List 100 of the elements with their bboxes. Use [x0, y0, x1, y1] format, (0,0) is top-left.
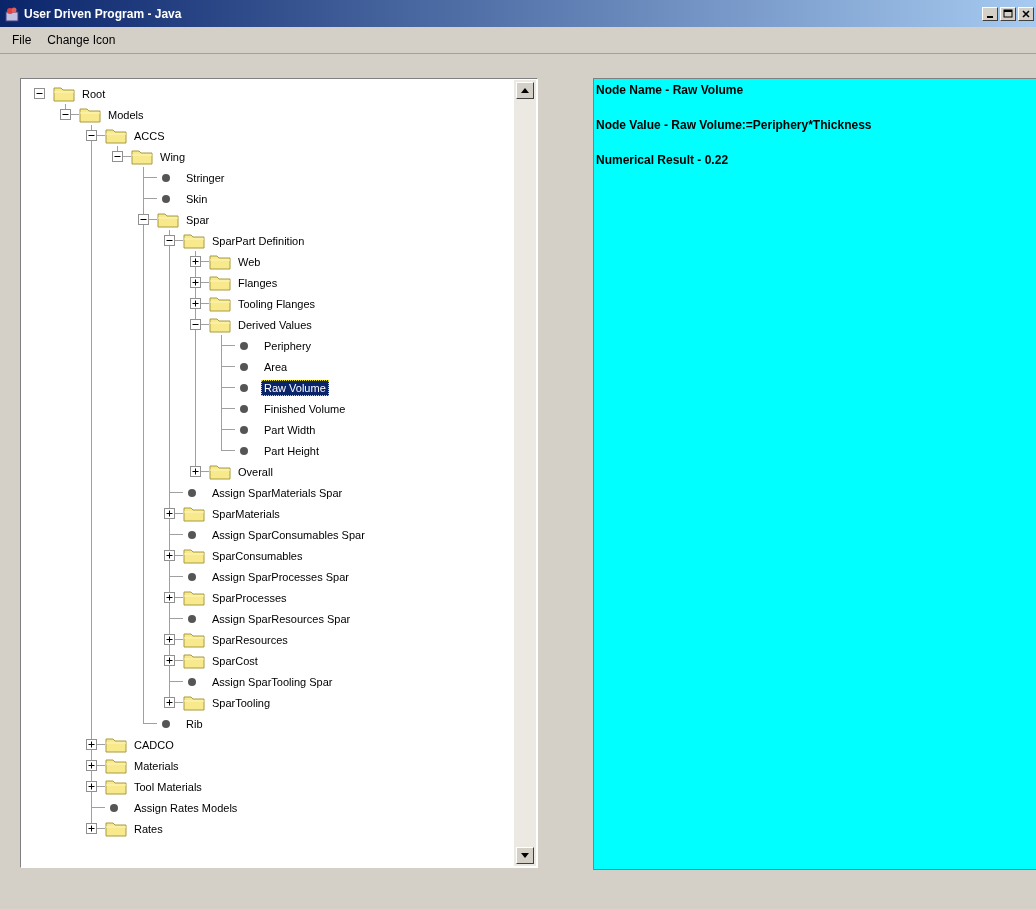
minimize-button[interactable]	[982, 6, 998, 21]
leaf-icon	[110, 803, 118, 812]
tree-item[interactable]: Skin	[183, 190, 211, 207]
folder-icon	[105, 778, 127, 795]
tree-item[interactable]: Derived Values	[235, 316, 315, 333]
expand-toggle[interactable]	[86, 739, 97, 750]
folder-icon	[209, 295, 231, 312]
plus-icon	[191, 467, 200, 476]
tree-item[interactable]: Web	[235, 253, 264, 270]
tree-item[interactable]: SparTooling	[209, 694, 274, 711]
expand-toggle[interactable]	[60, 109, 71, 120]
expand-toggle[interactable]	[190, 277, 201, 288]
expand-toggle[interactable]	[190, 256, 201, 267]
plus-icon	[87, 824, 96, 833]
tree-item[interactable]: Tool Materials	[131, 778, 205, 795]
tree-item[interactable]: Rib	[183, 715, 206, 732]
scroll-up-button[interactable]	[516, 82, 534, 99]
expand-toggle[interactable]	[86, 781, 97, 792]
plus-icon	[87, 761, 96, 770]
tree-item[interactable]: Periphery	[261, 337, 315, 354]
expand-toggle[interactable]	[164, 655, 175, 666]
leaf-icon	[188, 614, 196, 623]
tree-item[interactable]: Tooling Flanges	[235, 295, 319, 312]
tree-item[interactable]: Assign SparProcesses Spar	[209, 568, 352, 585]
plus-icon	[165, 698, 174, 707]
folder-icon	[53, 85, 75, 102]
scrollbar[interactable]	[514, 80, 536, 866]
tree-item[interactable]: Models	[105, 106, 147, 123]
leaf-icon	[240, 425, 248, 434]
folder-icon	[105, 127, 127, 144]
plus-icon	[165, 551, 174, 560]
expand-toggle[interactable]	[164, 592, 175, 603]
leaf-icon	[162, 719, 170, 728]
tree-item[interactable]: CADCO	[131, 736, 177, 753]
tree-item[interactable]: SparMaterials	[209, 505, 283, 522]
menu-item[interactable]: File	[6, 31, 38, 49]
expand-toggle[interactable]	[190, 298, 201, 309]
leaf-icon	[240, 362, 248, 371]
plus-icon	[165, 656, 174, 665]
expand-toggle[interactable]	[164, 235, 175, 246]
tree-item[interactable]: SparConsumables	[209, 547, 306, 564]
plus-icon	[191, 257, 200, 266]
expand-toggle[interactable]	[164, 697, 175, 708]
tree-item[interactable]: SparResources	[209, 631, 291, 648]
folder-icon	[209, 253, 231, 270]
tree-item[interactable]: Raw Volume	[261, 379, 329, 396]
plus-icon	[87, 782, 96, 791]
tree-item[interactable]: Assign SparResources Spar	[209, 610, 354, 627]
tree-item[interactable]: Assign Rates Models	[131, 799, 241, 816]
expand-toggle[interactable]	[190, 466, 201, 477]
leaf-icon	[188, 677, 196, 686]
details-text: Numerical Result - 0.22	[596, 153, 730, 167]
folder-icon	[183, 232, 205, 249]
scroll-down-button[interactable]	[516, 847, 534, 864]
folder-icon	[209, 274, 231, 291]
close-button[interactable]	[1018, 6, 1034, 21]
tree-item[interactable]: Area	[261, 358, 291, 375]
folder-icon	[131, 148, 153, 165]
tree-item[interactable]: Spar	[183, 211, 213, 228]
tree-item[interactable]: Wing	[157, 148, 189, 165]
expand-toggle[interactable]	[86, 760, 97, 771]
tree-item[interactable]: Part Height	[261, 442, 323, 459]
tree-item[interactable]: Part Width	[261, 421, 319, 438]
folder-icon	[105, 736, 127, 753]
expand-toggle[interactable]	[164, 508, 175, 519]
folder-icon	[79, 106, 101, 123]
maximize-button[interactable]	[1000, 6, 1016, 21]
expand-toggle[interactable]	[190, 319, 201, 330]
tree-item[interactable]: Overall	[235, 463, 276, 480]
tree-item[interactable]: Rates	[131, 820, 166, 837]
menu-item[interactable]: Change Icon	[41, 31, 122, 49]
tree-item[interactable]: Flanges	[235, 274, 281, 291]
plus-icon	[191, 299, 200, 308]
tree-item[interactable]: Assign SparConsumables Spar	[209, 526, 368, 543]
tree-item[interactable]: SparCost	[209, 652, 261, 669]
folder-icon	[209, 316, 231, 333]
window-title: User Driven Program - Java	[24, 6, 183, 21]
app-icon	[4, 5, 20, 22]
expand-toggle[interactable]	[34, 88, 45, 99]
expand-toggle[interactable]	[138, 214, 149, 225]
tree-item[interactable]: SparProcesses	[209, 589, 290, 606]
tree-item[interactable]: Root	[79, 85, 109, 102]
expand-toggle[interactable]	[86, 823, 97, 834]
leaf-icon	[188, 530, 196, 539]
details-text: Node Value - Raw Volume:=Periphery*Thickness	[596, 118, 873, 132]
tree-item[interactable]: ACCS	[131, 127, 168, 144]
tree-item[interactable]: Finished Volume	[261, 400, 349, 417]
expand-toggle[interactable]	[86, 130, 97, 141]
plus-icon	[87, 740, 96, 749]
tree-item[interactable]: Stringer	[183, 169, 228, 186]
tree-item[interactable]: SparPart Definition	[209, 232, 308, 249]
folder-icon	[105, 757, 127, 774]
tree-item[interactable]: Materials	[131, 757, 182, 774]
expand-toggle[interactable]	[164, 550, 175, 561]
expand-toggle[interactable]	[164, 634, 175, 645]
tree-item[interactable]: Assign SparMaterials Spar	[209, 484, 346, 501]
tree-item[interactable]: Assign SparTooling Spar	[209, 673, 336, 690]
plus-icon	[165, 509, 174, 518]
expand-toggle[interactable]	[112, 151, 123, 162]
plus-icon	[165, 635, 174, 644]
